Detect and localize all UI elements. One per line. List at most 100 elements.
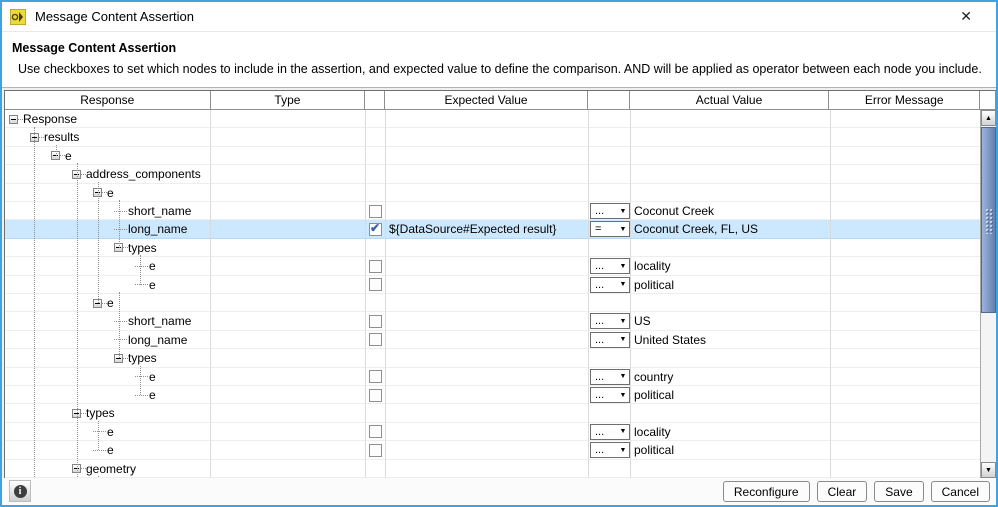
collapse-icon[interactable] [93,188,102,197]
operator-dropdown[interactable]: ...▼ [590,332,630,348]
tree-row-e[interactable]: e [5,294,982,312]
close-icon[interactable]: ✕ [960,8,972,24]
tree-row-short_name[interactable]: short_name...▼Coconut Creek [5,202,982,220]
tree-cell: e [5,147,211,165]
expected-value-cell[interactable] [386,331,589,349]
column-header-expected-value[interactable]: Expected Value [385,91,588,110]
tree-row-e[interactable]: e [5,147,982,165]
operator-dropdown[interactable]: ...▼ [590,313,630,329]
tree-row-e[interactable]: e...▼political [5,276,982,294]
expected-value-cell[interactable] [386,423,589,441]
expected-value-cell[interactable] [386,202,589,220]
tree-row-types[interactable]: types [5,404,982,422]
tree-row-geometry[interactable]: geometry [5,460,982,478]
expected-value-cell[interactable] [386,257,589,275]
clear-button[interactable]: Clear [817,481,868,502]
expected-value-cell[interactable] [386,110,589,128]
expected-value-cell[interactable] [386,441,589,459]
expected-value-cell[interactable] [386,184,589,202]
collapse-icon[interactable] [114,243,123,252]
operator-dropdown[interactable]: ...▼ [590,442,630,458]
operator-dropdown[interactable]: ...▼ [590,387,630,403]
expected-value-cell[interactable] [386,147,589,165]
info-button[interactable]: i [9,480,31,502]
include-checkbox[interactable]: ✔ [369,223,382,236]
type-cell [211,331,366,349]
expected-value-cell[interactable] [386,294,589,312]
tree-row-e[interactable]: e [5,184,982,202]
operator-value: ... [595,334,617,346]
include-checkbox[interactable] [369,370,382,383]
collapse-icon[interactable] [72,409,81,418]
tree-row-short_name[interactable]: short_name...▼US [5,312,982,330]
checkbox-cell [366,128,386,146]
expected-value-cell[interactable] [386,368,589,386]
expected-value-cell[interactable] [386,460,589,478]
expected-value-cell[interactable] [386,276,589,294]
tree-row-types[interactable]: types [5,239,982,257]
include-checkbox[interactable] [369,278,382,291]
include-checkbox[interactable] [369,425,382,438]
node-label: short_name [128,314,191,328]
scrollbar-thumb[interactable] [981,127,996,313]
operator-dropdown[interactable]: ...▼ [590,258,630,274]
include-checkbox[interactable] [369,205,382,218]
checkbox-cell [366,441,386,459]
operator-cell: ...▼ [589,257,631,275]
expected-value-cell[interactable] [386,128,589,146]
tree-row-e[interactable]: e...▼locality [5,257,982,275]
scroll-down-button[interactable]: ▼ [981,462,996,478]
tree-row-e[interactable]: e...▼locality [5,423,982,441]
save-button[interactable]: Save [874,481,923,502]
expected-value-cell[interactable] [386,312,589,330]
tree-row-Response[interactable]: Response [5,110,982,128]
column-header-type[interactable]: Type [211,91,366,110]
vertical-scrollbar[interactable]: ▲ ▼ [980,110,996,478]
dropdown-arrow-icon: ▼ [617,263,629,270]
operator-dropdown[interactable]: ...▼ [590,424,630,440]
tree-row-long_name[interactable]: long_name...▼United States [5,331,982,349]
expected-value-cell[interactable]: ${DataSource#Expected result} [386,220,589,238]
include-checkbox[interactable] [369,444,382,457]
tree-row-long_name[interactable]: long_name✔${DataSource#Expected result}=… [5,220,982,238]
reconfigure-button[interactable]: Reconfigure [723,481,810,502]
collapse-icon[interactable] [30,133,39,142]
operator-value: ... [595,426,617,438]
collapse-icon[interactable] [9,115,18,124]
collapse-icon[interactable] [93,299,102,308]
operator-dropdown[interactable]: ...▼ [590,203,630,219]
collapse-icon[interactable] [72,170,81,179]
collapse-icon[interactable] [114,354,123,363]
checkbox-cell [366,331,386,349]
cancel-button[interactable]: Cancel [931,481,990,502]
collapse-icon[interactable] [51,151,60,160]
error-message-cell [831,312,982,330]
tree-row-e[interactable]: e...▼political [5,386,982,404]
tree-row-types[interactable]: types [5,349,982,367]
include-checkbox[interactable] [369,315,382,328]
operator-dropdown[interactable]: ...▼ [590,277,630,293]
expected-value-cell[interactable] [386,386,589,404]
tree-row-results[interactable]: results [5,128,982,146]
include-checkbox[interactable] [369,260,382,273]
column-header-actual-value[interactable]: Actual Value [630,91,830,110]
collapse-icon[interactable] [72,464,81,473]
tree-row-e[interactable]: e...▼country [5,368,982,386]
operator-dropdown[interactable]: ...▼ [590,369,630,385]
panel-description: Use checkboxes to set which nodes to inc… [18,62,996,76]
scroll-up-button[interactable]: ▲ [981,110,996,126]
tree-row-e[interactable]: e...▼political [5,441,982,459]
actual-value-cell: Coconut Creek [631,202,831,220]
column-header-response[interactable]: Response [5,91,211,110]
expected-value-cell[interactable] [386,239,589,257]
tree-row-address_components[interactable]: address_components [5,165,982,183]
expected-value-cell[interactable] [386,404,589,422]
expected-value-cell[interactable] [386,349,589,367]
expected-value-cell[interactable] [386,165,589,183]
operator-dropdown[interactable]: =▼ [590,221,630,237]
column-header-error-message[interactable]: Error Message [829,91,980,110]
dropdown-arrow-icon: ▼ [617,336,629,343]
include-checkbox[interactable] [369,389,382,402]
include-checkbox[interactable] [369,333,382,346]
error-message-cell [831,368,982,386]
